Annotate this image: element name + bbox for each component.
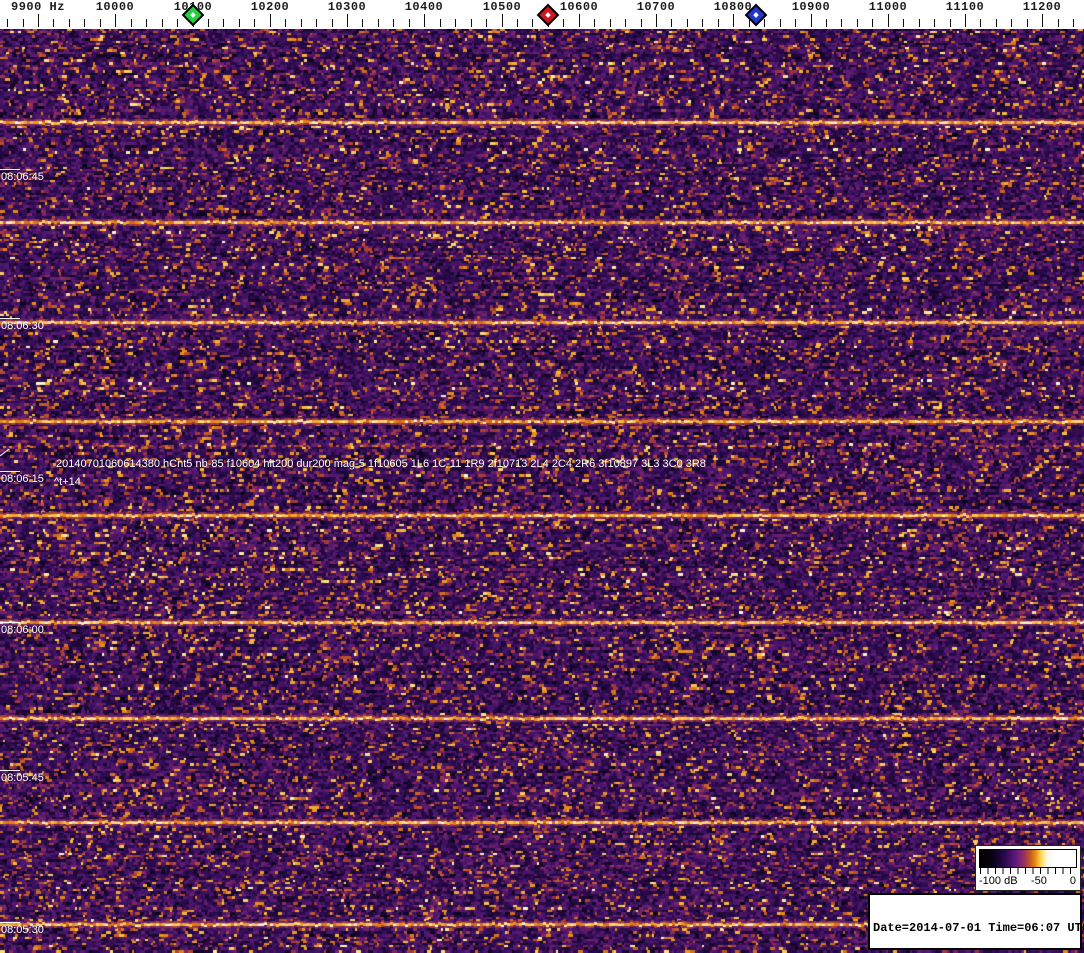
event-annotation-text: 20140701060614380 hCnt5 nb-85 f10604 hit… <box>56 458 706 470</box>
marker-center-dot <box>190 12 196 18</box>
freq-axis-minor-tick <box>610 19 611 27</box>
color-scale-gradient-bar <box>979 849 1077 868</box>
freq-axis-minor-tick <box>131 19 132 27</box>
freq-axis-minor-tick <box>239 19 240 27</box>
freq-axis-minor-tick <box>903 19 904 27</box>
freq-axis-major-tick <box>115 14 116 27</box>
freq-axis-label: 11200 <box>1022 0 1062 14</box>
marker-center-dot <box>753 12 759 18</box>
freq-axis-minor-tick <box>702 19 703 27</box>
freq-axis-major-tick <box>502 14 503 27</box>
freq-axis-minor-tick <box>780 19 781 27</box>
freq-axis-minor-tick <box>471 19 472 27</box>
freq-axis-minor-tick <box>285 19 286 27</box>
legend-label-max: 0 <box>1069 875 1076 887</box>
freq-axis-minor-tick <box>934 19 935 27</box>
marker-center-dot <box>545 12 551 18</box>
freq-axis-minor-tick <box>641 19 642 27</box>
freq-axis-major-tick <box>270 14 271 27</box>
time-axis-tick <box>0 169 20 170</box>
freq-axis-minor-tick <box>23 19 24 27</box>
freq-axis-minor-tick <box>841 19 842 27</box>
freq-axis-minor-tick <box>53 19 54 27</box>
freq-axis-minor-tick <box>1011 19 1012 27</box>
freq-axis-minor-tick <box>594 19 595 27</box>
time-axis-label: 08:06:45 <box>1 171 44 183</box>
freq-axis-minor-tick <box>687 19 688 27</box>
freq-axis-minor-tick <box>532 19 533 27</box>
freq-axis-minor-tick <box>857 19 858 27</box>
freq-axis-minor-tick <box>795 19 796 27</box>
spectrogram-canvas[interactable] <box>0 29 1084 953</box>
freq-axis-major-tick <box>965 14 966 27</box>
freq-axis-minor-tick <box>996 19 997 27</box>
color-scale-legend: -100 dB -50 0 <box>975 845 1081 891</box>
freq-axis-minor-tick <box>378 19 379 27</box>
freq-axis-minor-tick <box>625 19 626 27</box>
freq-axis-major-tick <box>579 14 580 27</box>
freq-axis-major-tick <box>656 14 657 27</box>
freq-axis-major-tick <box>1042 14 1043 27</box>
freq-axis-minor-tick <box>84 19 85 27</box>
freq-axis-minor-tick <box>332 19 333 27</box>
freq-axis-minor-tick <box>1027 19 1028 27</box>
freq-axis-minor-tick <box>950 19 951 27</box>
freq-axis-minor-tick <box>301 19 302 27</box>
freq-axis-minor-tick <box>718 19 719 27</box>
freq-axis-minor-tick <box>486 19 487 27</box>
freq-axis-minor-tick <box>563 19 564 27</box>
freq-axis-minor-tick <box>393 19 394 27</box>
freq-axis-minor-tick <box>671 19 672 27</box>
time-axis-tick <box>0 622 20 623</box>
freq-axis-minor-tick <box>7 19 8 27</box>
freq-axis-minor-tick <box>919 19 920 27</box>
freq-axis-minor-tick <box>362 19 363 27</box>
freq-axis-major-tick <box>811 14 812 27</box>
freq-axis-label: 10400 <box>404 0 444 14</box>
freq-axis-major-tick <box>888 14 889 27</box>
freq-axis-minor-tick <box>69 19 70 27</box>
time-axis-label: 08:05:30 <box>1 924 44 936</box>
freq-axis-minor-tick <box>455 19 456 27</box>
freq-axis-minor-tick <box>177 19 178 27</box>
freq-axis-minor-tick <box>440 19 441 27</box>
freq-axis-minor-tick <box>980 19 981 27</box>
time-axis-label: 08:05:45 <box>1 772 44 784</box>
freq-axis-minor-tick <box>162 19 163 27</box>
frequency-axis: 9900 Hz100001010010200103001040010500106… <box>0 0 1084 29</box>
freq-axis-minor-tick <box>872 19 873 27</box>
freq-axis-minor-tick <box>208 19 209 27</box>
freq-axis-label: 10000 <box>95 0 135 14</box>
freq-axis-major-tick <box>733 14 734 27</box>
freq-axis-minor-tick <box>1058 19 1059 27</box>
time-axis-label: 08:06:15 <box>1 473 44 485</box>
freq-axis-minor-tick <box>146 19 147 27</box>
freq-axis-minor-tick <box>316 19 317 27</box>
event-time-marker-label: ^t+14 <box>54 476 81 488</box>
freq-axis-minor-tick <box>254 19 255 27</box>
freq-axis-major-tick <box>38 14 39 27</box>
info-line-date: Date=2014-07-01 Time=06:07 UTC <box>873 921 1084 936</box>
time-axis-label: 08:06:00 <box>1 624 44 636</box>
freq-axis-minor-tick <box>764 19 765 27</box>
info-box: Date=2014-07-01 Time=06:07 UTC Freq=143 … <box>868 893 1084 950</box>
freq-axis-major-tick <box>424 14 425 27</box>
freq-axis-minor-tick <box>223 19 224 27</box>
legend-label-mid: -50 <box>1031 875 1047 887</box>
time-axis-tick <box>0 922 20 923</box>
time-axis-label: 08:06:30 <box>1 320 44 332</box>
freq-axis-minor-tick <box>100 19 101 27</box>
color-scale-ticks <box>980 868 1077 874</box>
time-axis-tick <box>0 471 20 472</box>
freq-axis-minor-tick <box>409 19 410 27</box>
freq-axis-major-tick <box>347 14 348 27</box>
time-axis-tick <box>0 318 20 319</box>
legend-label-min: -100 dB <box>979 875 1018 887</box>
freq-axis-minor-tick <box>1073 19 1074 27</box>
freq-axis-minor-tick <box>517 19 518 27</box>
freq-axis-minor-tick <box>826 19 827 27</box>
time-axis-tick <box>0 770 20 771</box>
spectrogram-app-window: 9900 Hz100001010010200103001040010500106… <box>0 0 1084 953</box>
